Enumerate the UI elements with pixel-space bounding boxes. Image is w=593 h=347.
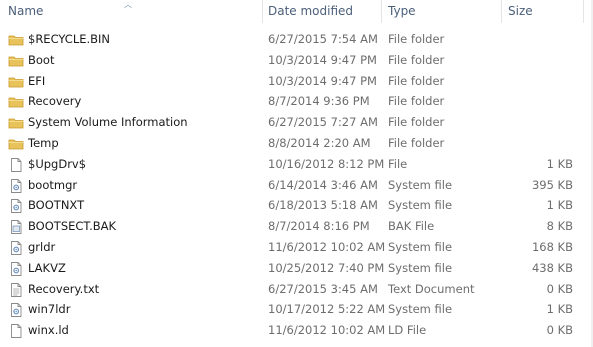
file-type: File folder <box>388 115 445 130</box>
table-row[interactable]: $UpgDrv$ 10/16/2012 8:12 PM File 1 KB <box>0 154 593 175</box>
file-size: 395 KB <box>531 177 573 192</box>
file-date-modified: 10/17/2012 5:22 AM <box>268 302 386 317</box>
file-name: Temp <box>28 136 59 150</box>
table-row[interactable]: EFI 10/3/2014 9:47 PM File folder <box>0 71 593 92</box>
file-type: Text Document <box>388 281 475 296</box>
folder-icon <box>8 115 24 131</box>
file-date-modified: 8/7/2014 8:16 PM <box>268 219 370 234</box>
file-name: Recovery.txt <box>28 281 100 296</box>
file-type: System file <box>388 240 453 254</box>
file-date-modified: 10/16/2012 8:12 PM <box>268 156 385 171</box>
file-name: EFI <box>28 73 46 88</box>
file-type: File folder <box>388 32 445 46</box>
table-row[interactable]: winx.ld 11/6/2012 10:02 AM LD File 0 KB <box>0 320 593 341</box>
file-type: File folder <box>388 136 445 150</box>
file-name: $UpgDrv$ <box>28 156 87 171</box>
file-icon <box>8 323 24 339</box>
system-file-icon <box>8 178 24 194</box>
column-divider[interactable] <box>381 0 382 23</box>
column-divider[interactable] <box>262 0 263 23</box>
table-row[interactable]: Recovery.txt 6/27/2015 3:45 AM Text Docume… <box>0 279 593 300</box>
file-name: bootmgr <box>28 177 78 192</box>
column-header-date-modified[interactable]: Date modified <box>268 0 353 23</box>
system-file-icon <box>8 198 24 214</box>
file-name: BOOTSECT.BAK <box>28 219 117 234</box>
table-row[interactable]: Temp 8/8/2014 2:20 AM File folder <box>0 133 593 154</box>
file-date-modified: 10/3/2014 9:47 PM <box>268 52 377 67</box>
file-type: BAK File <box>388 219 435 234</box>
table-row[interactable]: grldr 11/6/2012 10:02 AM System file 168 KB <box>0 237 593 258</box>
file-type: System file <box>388 302 453 317</box>
file-name: winx.ld <box>28 323 69 338</box>
file-name: win7ldr <box>28 302 71 317</box>
file-name: Recovery <box>28 94 82 109</box>
file-date-modified: 10/25/2012 7:40 PM <box>268 260 385 275</box>
file-date-modified: 6/27/2015 7:27 AM <box>268 115 378 130</box>
file-size: 438 KB <box>531 260 573 275</box>
file-type: System file <box>388 198 453 213</box>
table-row[interactable]: LAKVZ 10/25/2012 7:40 PM System file 438 KB <box>0 258 593 279</box>
system-file-icon <box>8 240 24 256</box>
table-row[interactable]: $RECYCLE.BIN 6/27/2015 7:54 AM File folder <box>0 29 593 50</box>
file-type: File folder <box>388 73 445 88</box>
system-file-icon <box>8 302 24 318</box>
file-date-modified: 11/6/2012 10:02 AM <box>268 240 386 254</box>
file-name: Boot <box>28 52 55 67</box>
file-date-modified: 11/6/2012 10:02 AM <box>268 323 386 338</box>
file-type: System file <box>388 177 453 192</box>
file-type: LD File <box>388 323 427 338</box>
file-name: $RECYCLE.BIN <box>28 32 111 46</box>
table-row[interactable]: Boot 10/3/2014 9:47 PM File folder <box>0 50 593 71</box>
table-row[interactable]: Recovery 8/7/2014 9:36 PM File folder <box>0 91 593 112</box>
file-date-modified: 6/27/2015 3:45 AM <box>268 281 378 296</box>
sort-ascending-icon: ︿ <box>124 0 132 9</box>
file-type: File <box>388 156 408 171</box>
file-type: File folder <box>388 52 445 67</box>
table-row[interactable]: win7ldr 10/17/2012 5:22 AM System file 1 KB <box>0 299 593 320</box>
system-file-icon <box>8 261 24 277</box>
file-size: 8 KB <box>546 219 573 234</box>
table-row[interactable]: System Volume Information 6/27/2015 7:27 … <box>0 112 593 133</box>
file-date-modified: 10/3/2014 9:47 PM <box>268 73 377 88</box>
folder-icon <box>8 32 24 48</box>
table-row[interactable]: bootmgr 6/14/2014 3:46 AM System file 395 K… <box>0 175 593 196</box>
file-date-modified: 6/27/2015 7:54 AM <box>268 32 378 46</box>
bak-file-icon <box>8 219 24 235</box>
column-header-size[interactable]: Size <box>508 0 533 23</box>
folder-icon <box>8 53 24 69</box>
file-date-modified: 8/8/2014 2:20 AM <box>268 136 371 150</box>
file-size: 1 KB <box>546 302 573 317</box>
file-size: 168 KB <box>531 240 573 254</box>
folder-icon <box>8 94 24 110</box>
file-type: System file <box>388 260 453 275</box>
table-row[interactable]: BOOTNXT 6/18/2013 5:18 AM System file 1 KB <box>0 195 593 216</box>
column-header-bar: Name ︿ Date modified Type Size <box>0 0 593 23</box>
file-name: LAKVZ <box>28 260 66 275</box>
column-header-name[interactable]: Name <box>8 0 43 23</box>
file-size: 1 KB <box>546 198 573 213</box>
file-type: File folder <box>388 94 445 109</box>
folder-icon <box>8 136 24 152</box>
file-size: 0 KB <box>546 323 573 338</box>
file-name: grldr <box>28 240 56 254</box>
column-header-type[interactable]: Type <box>388 0 416 23</box>
table-row[interactable]: BOOTSECT.BAK 8/7/2014 8:16 PM BAK File 8 KB <box>0 216 593 237</box>
text-file-icon <box>8 282 24 298</box>
file-icon <box>8 157 24 173</box>
file-name: BOOTNXT <box>28 198 85 213</box>
column-divider[interactable] <box>501 0 502 23</box>
file-size: 1 KB <box>546 156 573 171</box>
column-divider[interactable] <box>583 0 584 23</box>
file-date-modified: 6/18/2013 5:18 AM <box>268 198 378 213</box>
file-date-modified: 6/14/2014 3:46 AM <box>268 177 378 192</box>
file-date-modified: 8/7/2014 9:36 PM <box>268 94 370 109</box>
folder-icon <box>8 74 24 90</box>
file-name: System Volume Information <box>28 115 188 130</box>
file-size: 0 KB <box>546 281 573 296</box>
